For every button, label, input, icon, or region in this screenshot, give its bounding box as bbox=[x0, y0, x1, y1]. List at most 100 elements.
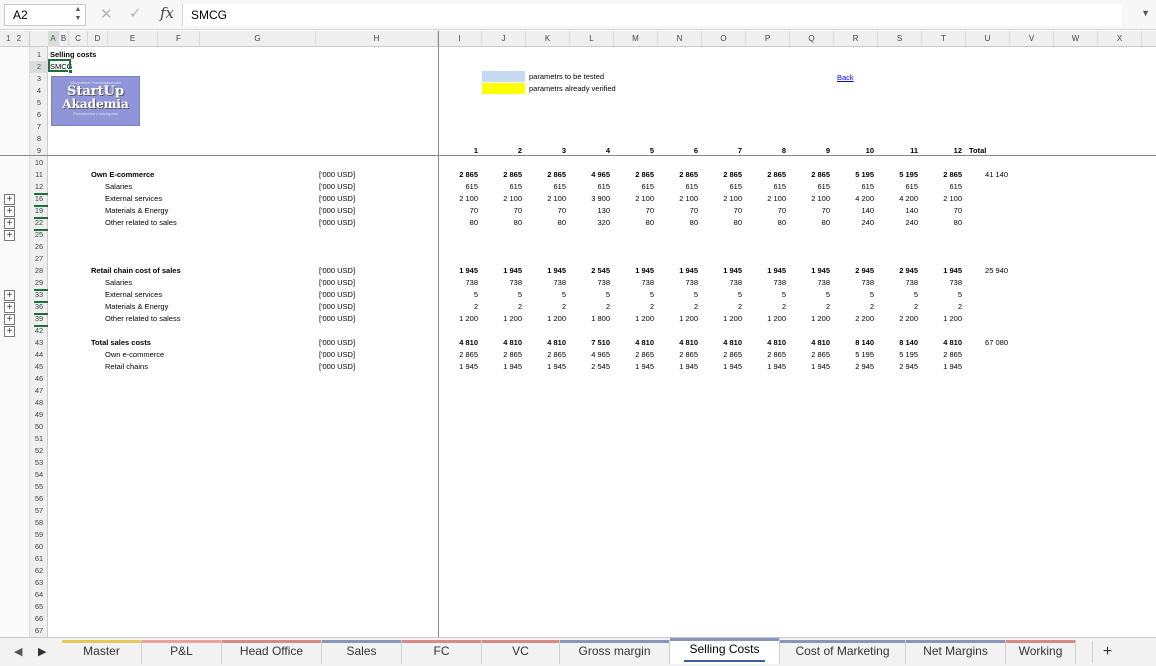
column-header-r[interactable]: R bbox=[834, 31, 878, 47]
row-header-3[interactable]: 3 bbox=[30, 73, 48, 85]
row-header-51[interactable]: 51 bbox=[30, 433, 48, 445]
row-header-2[interactable]: 2 bbox=[30, 61, 48, 73]
value-cell[interactable]: 70 bbox=[440, 205, 478, 217]
value-cell[interactable]: 5 bbox=[572, 289, 610, 301]
value-cell[interactable]: 1 945 bbox=[660, 361, 698, 373]
next-sheet-icon[interactable]: ▶ bbox=[38, 645, 46, 658]
row-header-7[interactable]: 7 bbox=[30, 121, 48, 133]
value-cell[interactable]: 2 865 bbox=[616, 169, 654, 181]
value-cell[interactable]: 2 bbox=[704, 301, 742, 313]
value-cell[interactable]: 70 bbox=[748, 205, 786, 217]
value-cell[interactable]: 1 800 bbox=[572, 313, 610, 325]
value-cell[interactable]: 5 bbox=[528, 289, 566, 301]
expand-group-icon[interactable]: + bbox=[4, 314, 15, 325]
tab-gross-margin[interactable]: Gross margin bbox=[560, 640, 670, 664]
value-cell[interactable]: 2 100 bbox=[792, 193, 830, 205]
value-cell[interactable]: 1 945 bbox=[924, 265, 962, 277]
row-header-43[interactable]: 43 bbox=[30, 337, 48, 349]
row-label[interactable]: Retail chains bbox=[105, 361, 305, 373]
value-cell[interactable]: 738 bbox=[572, 277, 610, 289]
outline-level-buttons[interactable]: 1 2 bbox=[0, 31, 30, 47]
unit-cell[interactable]: ['000 USD] bbox=[319, 169, 399, 181]
value-cell[interactable]: 1 200 bbox=[440, 313, 478, 325]
value-cell[interactable]: 2 bbox=[440, 301, 478, 313]
value-cell[interactable]: 70 bbox=[660, 205, 698, 217]
row-header-6[interactable]: 6 bbox=[30, 109, 48, 121]
row-header-44[interactable]: 44 bbox=[30, 349, 48, 361]
value-cell[interactable]: 2 945 bbox=[880, 265, 918, 277]
value-cell[interactable]: 2 945 bbox=[880, 361, 918, 373]
value-cell[interactable]: 2 865 bbox=[792, 349, 830, 361]
value-cell[interactable]: 2 100 bbox=[704, 193, 742, 205]
value-cell[interactable]: 70 bbox=[528, 205, 566, 217]
row-header-57[interactable]: 57 bbox=[30, 505, 48, 517]
value-cell[interactable]: 2 100 bbox=[528, 193, 566, 205]
value-cell[interactable]: 70 bbox=[792, 205, 830, 217]
tab-fc[interactable]: FC bbox=[402, 640, 482, 664]
value-cell[interactable]: 4 200 bbox=[836, 193, 874, 205]
expand-group-icon[interactable]: + bbox=[4, 194, 15, 205]
value-cell[interactable]: 70 bbox=[704, 205, 742, 217]
value-cell[interactable]: 4 200 bbox=[880, 193, 918, 205]
column-header-o[interactable]: O bbox=[702, 31, 746, 47]
unit-cell[interactable]: ['000 USD] bbox=[319, 301, 399, 313]
unit-cell[interactable]: ['000 USD] bbox=[319, 277, 399, 289]
row-header-11[interactable]: 11 bbox=[30, 169, 48, 181]
row-header-60[interactable]: 60 bbox=[30, 541, 48, 553]
expand-group-icon[interactable]: + bbox=[4, 206, 15, 217]
value-cell[interactable]: 615 bbox=[880, 181, 918, 193]
value-cell[interactable]: 80 bbox=[704, 217, 742, 229]
column-header-u[interactable]: U bbox=[966, 31, 1010, 47]
value-cell[interactable]: 5 bbox=[440, 289, 478, 301]
expand-group-icon[interactable]: + bbox=[4, 326, 15, 337]
row-label[interactable]: Materials & Energy bbox=[105, 205, 305, 217]
value-cell[interactable]: 738 bbox=[528, 277, 566, 289]
value-cell[interactable]: 738 bbox=[616, 277, 654, 289]
cancel-icon[interactable]: ✕ bbox=[100, 5, 113, 23]
column-header-d[interactable]: D bbox=[88, 31, 108, 47]
row-label[interactable]: Other related to saless bbox=[105, 313, 305, 325]
row-header-64[interactable]: 64 bbox=[30, 589, 48, 601]
column-header-h[interactable]: H bbox=[316, 31, 438, 47]
value-cell[interactable]: 738 bbox=[704, 277, 742, 289]
row-header-26[interactable]: 26 bbox=[30, 241, 48, 253]
column-header-f[interactable]: F bbox=[158, 31, 200, 47]
row-header-58[interactable]: 58 bbox=[30, 517, 48, 529]
value-cell[interactable]: 4 810 bbox=[924, 337, 962, 349]
value-cell[interactable]: 80 bbox=[616, 217, 654, 229]
row-header-46[interactable]: 46 bbox=[30, 373, 48, 385]
value-cell[interactable]: 5 bbox=[616, 289, 654, 301]
row-label[interactable]: External services bbox=[105, 289, 305, 301]
row-header-62[interactable]: 62 bbox=[30, 565, 48, 577]
row-header-63[interactable]: 63 bbox=[30, 577, 48, 589]
value-cell[interactable]: 2 bbox=[660, 301, 698, 313]
value-cell[interactable]: 615 bbox=[748, 181, 786, 193]
value-cell[interactable]: 738 bbox=[748, 277, 786, 289]
expand-group-icon[interactable]: + bbox=[4, 302, 15, 313]
unit-cell[interactable]: ['000 USD] bbox=[319, 205, 399, 217]
unit-cell[interactable]: ['000 USD] bbox=[319, 181, 399, 193]
value-cell[interactable]: 1 945 bbox=[924, 361, 962, 373]
value-cell[interactable]: 2 100 bbox=[924, 193, 962, 205]
value-cell[interactable]: 2 bbox=[484, 301, 522, 313]
value-cell[interactable]: 2 bbox=[880, 301, 918, 313]
value-cell[interactable]: 1 945 bbox=[484, 265, 522, 277]
value-cell[interactable]: 738 bbox=[484, 277, 522, 289]
value-cell[interactable]: 1 945 bbox=[484, 361, 522, 373]
column-header-w[interactable]: W bbox=[1054, 31, 1098, 47]
value-cell[interactable]: 1 945 bbox=[660, 265, 698, 277]
value-cell[interactable]: 80 bbox=[660, 217, 698, 229]
value-cell[interactable]: 130 bbox=[572, 205, 610, 217]
name-box[interactable]: A2 ▲ ▼ bbox=[4, 4, 86, 26]
value-cell[interactable]: 4 965 bbox=[572, 349, 610, 361]
value-cell[interactable]: 4 810 bbox=[748, 337, 786, 349]
value-cell[interactable]: 240 bbox=[880, 217, 918, 229]
value-cell[interactable]: 80 bbox=[440, 217, 478, 229]
row-header-49[interactable]: 49 bbox=[30, 409, 48, 421]
value-cell[interactable]: 1 945 bbox=[528, 361, 566, 373]
value-cell[interactable]: 5 195 bbox=[880, 349, 918, 361]
value-cell[interactable]: 738 bbox=[924, 277, 962, 289]
prev-sheet-icon[interactable]: ◀ bbox=[14, 645, 22, 658]
column-header-g[interactable]: G bbox=[200, 31, 316, 47]
value-cell[interactable]: 5 bbox=[660, 289, 698, 301]
